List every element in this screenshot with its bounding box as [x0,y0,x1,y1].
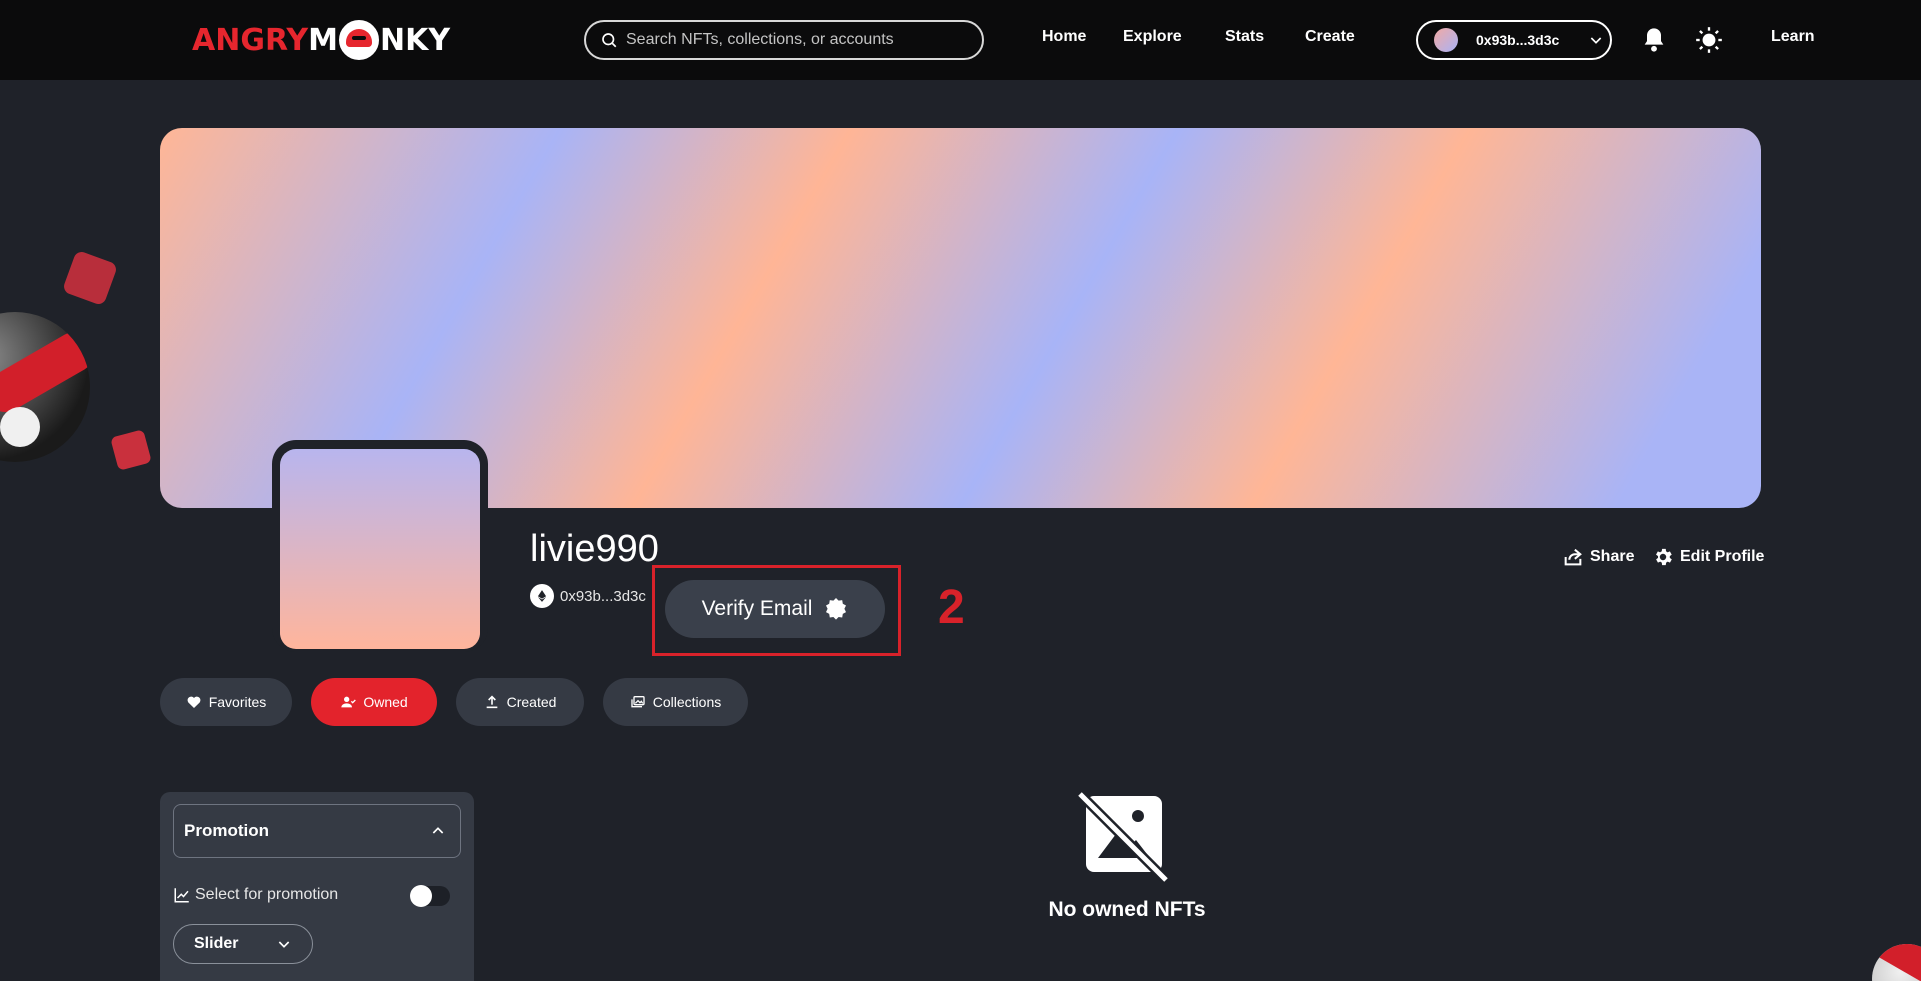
no-image-icon [1076,790,1170,884]
toggle-knob [410,885,432,907]
annotation-highlight-box [652,565,901,656]
tab-owned[interactable]: Owned [311,678,437,726]
profile-avatar [280,449,480,649]
red-cube-decoration [110,429,152,471]
promotion-title: Promotion [184,821,269,840]
chevron-down-icon [278,941,290,948]
wallet-dropdown-button[interactable]: 0x93b...3d3c [1416,20,1612,60]
tab-favorites-label: Favorites [208,694,267,710]
upload-icon [486,695,497,709]
profile-address-row[interactable]: 0x93b...3d3c [530,584,646,608]
top-navbar: ANGRYM NKY Home Explore Stats Create 0x93… [0,0,1921,80]
search-icon [602,33,617,48]
mascot-ball-decoration [0,312,90,462]
nav-learn-link[interactable]: Learn [1771,28,1815,46]
wallet-avatar [1434,28,1458,52]
logo-text-right: NKY [380,22,451,58]
search-bar[interactable] [584,20,984,60]
nav-create-link[interactable]: Create [1305,28,1355,46]
nav-stats-link[interactable]: Stats [1225,28,1264,46]
share-icon [1564,548,1582,566]
tab-collections-label: Collections [652,694,722,710]
promotion-accordion-header[interactable]: Promotion [173,804,461,858]
wallet-address: 0x93b...3d3c [1476,32,1560,48]
chart-icon [174,888,189,903]
slider-dropdown-value: Slider [194,935,239,952]
chevron-down-icon [1590,37,1602,44]
promotion-toggle[interactable] [410,885,450,907]
angrymonky-logo[interactable]: ANGRY M NKY [192,20,450,60]
tab-created-label: Created [506,694,557,710]
profile-username: livie990 [530,528,659,570]
empty-state-text: No owned NFTs [1048,898,1206,921]
profile-address: 0x93b...3d3c [560,587,646,605]
tab-collections[interactable]: Collections [603,678,748,726]
logo-text-m: M [308,22,338,58]
nav-home-link[interactable]: Home [1042,28,1086,46]
nav-explore-link[interactable]: Explore [1123,28,1182,46]
filter-panel: Promotion Select for promotion Slider [160,792,474,981]
heart-icon [187,696,201,708]
edit-profile-button[interactable]: Edit Profile [1652,546,1764,568]
tab-created[interactable]: Created [456,678,584,726]
collections-icon [631,696,645,708]
select-for-promotion-label: Select for promotion [195,886,339,903]
annotation-number: 2 [938,581,965,634]
tab-owned-label: Owned [363,694,408,710]
logo-text-left: ANGRY [192,22,309,58]
user-icon [341,696,357,708]
edit-profile-label: Edit Profile [1680,548,1765,565]
sun-icon[interactable] [1695,26,1723,54]
red-cube-decoration [61,249,119,307]
tab-favorites[interactable]: Favorites [160,678,292,726]
search-input[interactable] [626,31,956,49]
share-button[interactable]: Share [1562,546,1634,568]
ethereum-icon [530,584,554,608]
gear-icon [1656,548,1672,566]
slider-dropdown[interactable]: Slider [173,924,313,964]
bell-icon[interactable] [1640,26,1668,54]
share-label: Share [1590,548,1635,565]
mascot-ball-decoration [1872,944,1921,981]
chevron-up-icon [432,827,444,834]
monkey-face-logo-icon [339,20,379,60]
